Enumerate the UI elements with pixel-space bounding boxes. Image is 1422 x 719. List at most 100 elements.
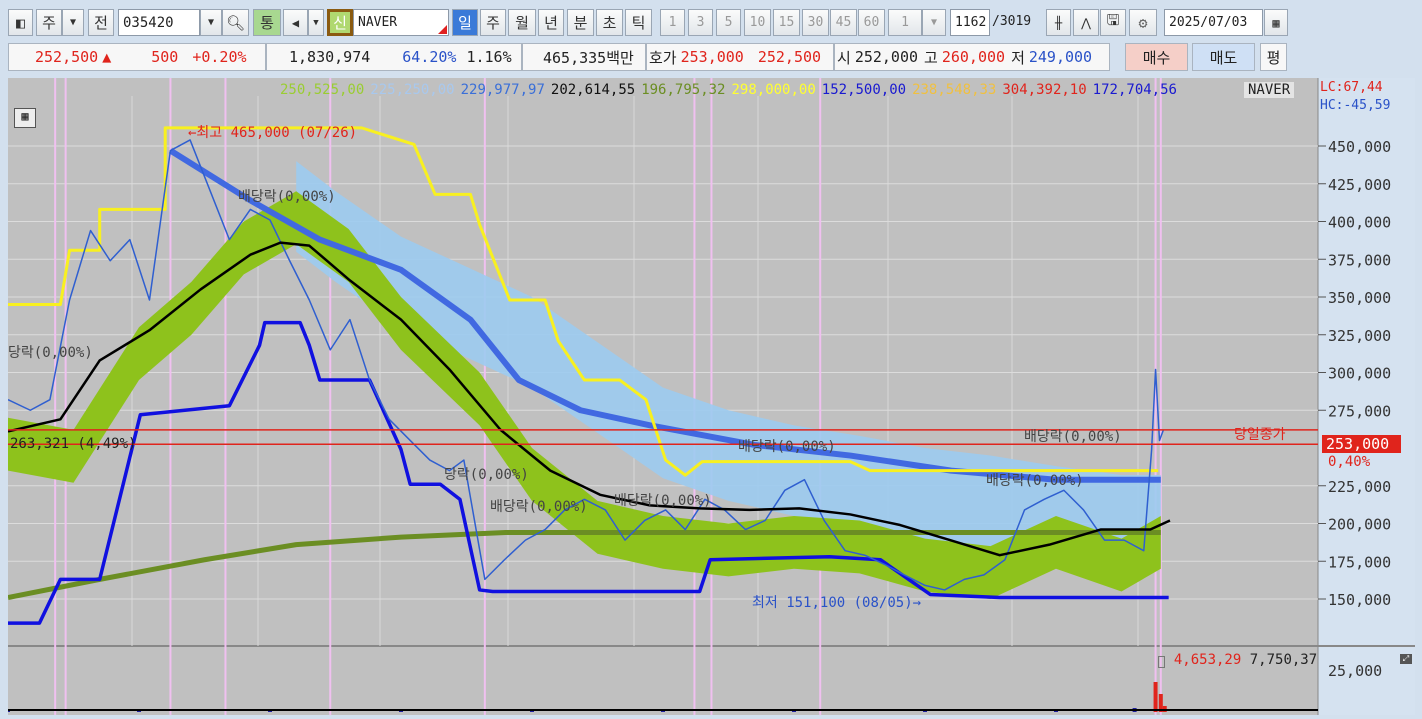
- stock-name-input[interactable]: NAVER: [353, 9, 449, 36]
- eval-button[interactable]: 평: [1260, 43, 1287, 71]
- tab-second[interactable]: 초: [596, 9, 623, 36]
- y-tick-label: 200,000: [1328, 516, 1391, 534]
- volume-box: 1,830,974 64.20% 1.16%: [266, 43, 522, 71]
- line-value-label: 263,321 (4,49%): [10, 436, 137, 452]
- sell-button[interactable]: 매도: [1192, 43, 1255, 71]
- step-select[interactable]: 1: [888, 9, 922, 36]
- y-tick-label: 175,000: [1328, 553, 1391, 571]
- minute-30[interactable]: 30: [802, 9, 829, 36]
- change: 500: [151, 48, 179, 66]
- legend-item: 172,704,56: [1092, 82, 1177, 98]
- y-tick-label: 375,000: [1328, 251, 1391, 269]
- legend-item: 250,525,00: [280, 82, 365, 98]
- legend-name: NAVER: [1244, 82, 1295, 98]
- ratio1: 64.20%: [402, 48, 457, 66]
- lc-value: LC:67,44: [1320, 80, 1383, 95]
- ohlc-box: 시 252,000 고 260,000 저 249,000: [834, 43, 1110, 71]
- save-icon[interactable]: 🖫: [1100, 9, 1126, 36]
- low-annotation: 최저 151,100 (08/05)→: [752, 595, 922, 611]
- volume: 1,830,974: [289, 48, 371, 66]
- tab-minute[interactable]: 분: [567, 9, 594, 36]
- unified-button[interactable]: 통: [253, 9, 281, 36]
- stock-name: NAVER: [358, 15, 398, 30]
- chevron-down-icon[interactable]: ▼: [922, 9, 946, 36]
- bid: 252,500: [757, 48, 822, 66]
- legend-item: 152,500,00: [821, 82, 907, 98]
- dividend-annotation: 배당락(0,00%): [986, 473, 1084, 489]
- y-tick-label: 225,000: [1328, 478, 1391, 496]
- grid-toggle-icon[interactable]: ▦: [14, 108, 36, 128]
- date-input[interactable]: 2025/07/03: [1164, 9, 1263, 36]
- tab-year[interactable]: 년: [538, 9, 564, 36]
- tab-week[interactable]: 주: [480, 9, 506, 36]
- dividend-annotation: 배당락(0,00%): [490, 499, 588, 515]
- buy-button[interactable]: 매수: [1125, 43, 1188, 71]
- legend-item: 196,795,32: [641, 82, 726, 98]
- price-chart[interactable]: 450,000 425,000 400,000 375,000 350,000 325,0…: [6, 78, 1415, 715]
- chevron-down-icon[interactable]: ▼: [62, 9, 84, 36]
- maximize-icon[interactable]: ⤢: [1400, 654, 1412, 664]
- high-label: 고: [924, 48, 938, 67]
- line-add-icon[interactable]: ⋀: [1073, 9, 1099, 36]
- tab-tick[interactable]: 틱: [625, 9, 652, 36]
- open-label: 시: [837, 48, 851, 67]
- candle-add-icon[interactable]: ╫: [1046, 9, 1071, 36]
- ask: 253,000: [680, 48, 744, 66]
- dividend-annotation: 배당락(0,00%): [614, 493, 712, 509]
- chart-svg: 450,000 425,000 400,000 375,000 350,000 325,0…: [6, 78, 1415, 715]
- high: 260,000: [941, 48, 1006, 66]
- minute-10[interactable]: 10: [744, 9, 771, 36]
- y-tick-label: 450,000: [1328, 138, 1391, 156]
- volume-ma1: 4,653,29: [1173, 652, 1242, 668]
- minute-1[interactable]: 1: [660, 9, 685, 36]
- minute-45[interactable]: 45: [830, 9, 857, 36]
- dividend-annotation: 당락(0,00%): [444, 467, 529, 483]
- volume-ma2: 7,750,37: [1249, 652, 1318, 668]
- all-button[interactable]: 전: [88, 9, 114, 36]
- current-pct: 0,40%: [1328, 454, 1371, 470]
- open: 252,000: [854, 48, 919, 66]
- current-price: 252,500: [35, 48, 99, 66]
- volume-tick-label: 25,000: [1328, 662, 1382, 680]
- low-label: 저: [1011, 48, 1025, 67]
- legend-item: 238,548,33: [912, 82, 997, 98]
- dividend-annotation: 배당락(0,00%): [238, 189, 336, 205]
- legend-item: 229,977,97: [460, 82, 545, 98]
- minute-5[interactable]: 5: [716, 9, 741, 36]
- panel-toggle-icon[interactable]: ◧: [8, 9, 33, 36]
- speaker-icon[interactable]: ◀︎: [283, 9, 308, 36]
- market-select[interactable]: 주: [36, 9, 62, 36]
- legend-item: 202,614,55: [550, 82, 636, 98]
- dividend-annotation: 당락(0,00%): [8, 345, 93, 361]
- up-arrow-icon: ▲: [102, 48, 112, 66]
- tab-month[interactable]: 월: [508, 9, 536, 36]
- y-tick-label: 150,000: [1328, 591, 1391, 609]
- change-pct: +0.20%: [192, 48, 247, 66]
- y-tick-label: 325,000: [1328, 327, 1391, 345]
- code-input[interactable]: 035420: [118, 9, 200, 36]
- high-annotation: ←최고 465,000 (07/26): [188, 125, 358, 141]
- tab-day[interactable]: 일: [452, 9, 478, 36]
- low: 249,000: [1028, 48, 1093, 66]
- search-icon[interactable]: 🔍︎: [222, 9, 249, 36]
- minute-15[interactable]: 15: [773, 9, 800, 36]
- y-tick-label: 275,000: [1328, 402, 1391, 420]
- new-button[interactable]: 신: [327, 9, 353, 36]
- ratio2: 1.16%: [466, 48, 512, 66]
- gear-icon[interactable]: ⚙: [1129, 9, 1157, 36]
- legend-item: 298,000,00: [731, 82, 816, 98]
- minute-60[interactable]: 60: [858, 9, 885, 36]
- y-tick-label: 350,000: [1328, 289, 1391, 307]
- chevron-down-icon[interactable]: ▼: [308, 9, 324, 36]
- close-line-label: 당일종가: [1234, 427, 1286, 443]
- chevron-down-icon[interactable]: ▼: [200, 9, 222, 36]
- amount: 465,335백만: [543, 48, 634, 67]
- dividend-annotation: 배당락(0,00%): [738, 439, 836, 455]
- count-input[interactable]: 1162: [950, 9, 990, 36]
- dividend-annotation: 배당락(0,00%): [1024, 429, 1122, 445]
- minute-3[interactable]: 3: [688, 9, 713, 36]
- calendar-icon[interactable]: ▦: [1264, 9, 1288, 36]
- hc-value: HC:-45,59: [1320, 98, 1391, 113]
- price-axis: [1318, 78, 1415, 715]
- legend-item: 225,250,00: [370, 82, 455, 98]
